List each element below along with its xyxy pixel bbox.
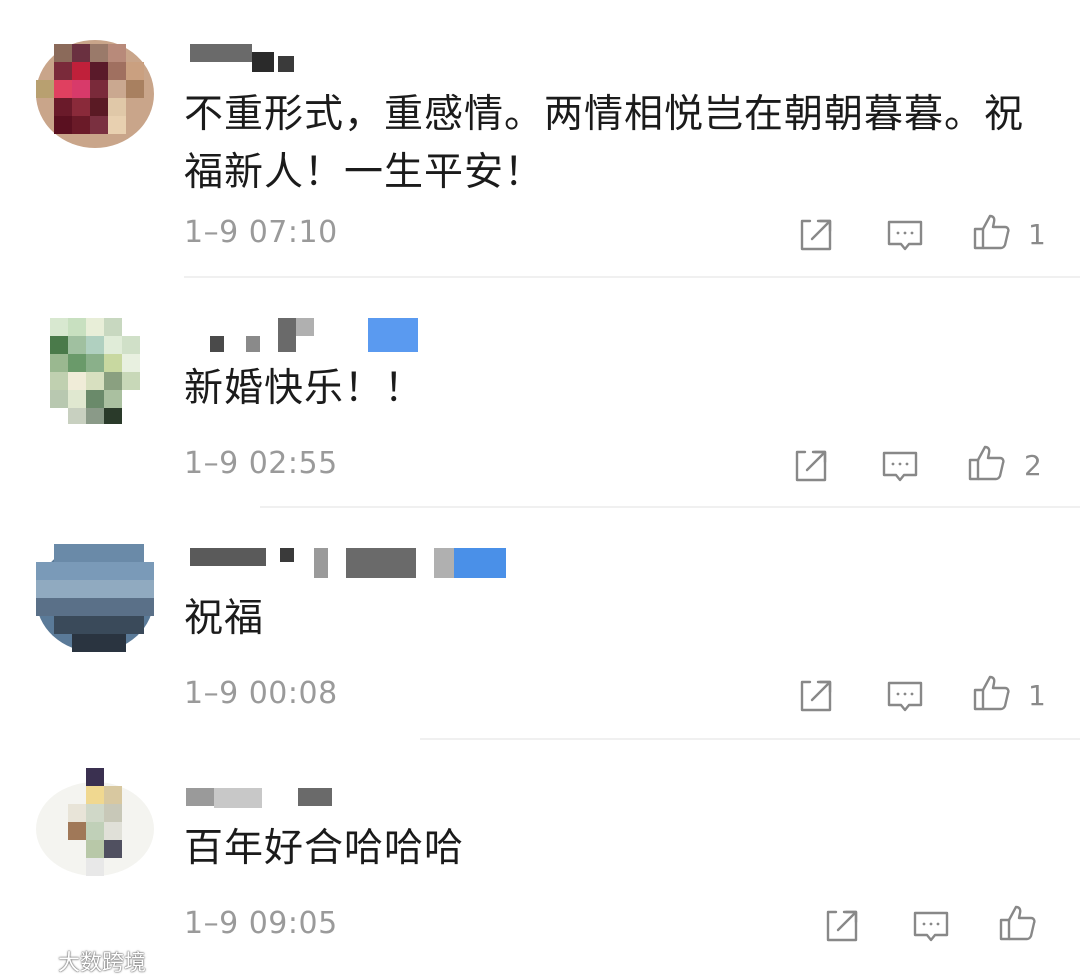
comment-time: 1–9 02:55 bbox=[184, 446, 338, 481]
thumbs-up-icon[interactable] bbox=[972, 673, 1012, 713]
username-redacted[interactable] bbox=[184, 774, 544, 814]
comment-text: 新婚快乐！！ bbox=[184, 366, 425, 411]
thumbs-up-icon[interactable] bbox=[972, 212, 1012, 252]
comment-time: 1–9 07:10 bbox=[184, 215, 338, 250]
comment-text: 不重形式，重感情。两情相悦岂在朝朝暮暮。祝 福新人！一生平安！ bbox=[184, 92, 1025, 195]
logo-icon bbox=[6, 944, 52, 978]
avatar[interactable] bbox=[36, 544, 154, 652]
share-icon[interactable] bbox=[822, 906, 862, 946]
like-count: 2 bbox=[1024, 449, 1042, 482]
share-icon[interactable] bbox=[796, 215, 836, 255]
like-count: 1 bbox=[1028, 679, 1046, 712]
avatar[interactable] bbox=[36, 318, 154, 426]
comment-item: 新婚快乐！！ 1–9 02:55 2 bbox=[0, 278, 1080, 508]
comment-item: 百年好合哈哈哈 1–9 09:05 bbox=[0, 738, 1080, 980]
comment-icon[interactable] bbox=[885, 215, 925, 255]
share-icon[interactable] bbox=[791, 446, 831, 486]
comment-time: 1–9 09:05 bbox=[184, 906, 338, 941]
avatar[interactable] bbox=[36, 40, 154, 148]
like-count: 1 bbox=[1028, 218, 1046, 251]
comment-icon[interactable] bbox=[885, 676, 925, 716]
comment-text: 百年好合哈哈哈 bbox=[184, 826, 465, 871]
watermark-text: 大数跨境 bbox=[58, 951, 147, 976]
comment-text: 祝福 bbox=[184, 596, 265, 641]
username-redacted[interactable] bbox=[184, 544, 544, 584]
username-redacted[interactable] bbox=[184, 316, 544, 356]
thumbs-up-icon[interactable] bbox=[967, 443, 1007, 483]
comment-icon[interactable] bbox=[880, 446, 920, 486]
comment-item: 不重形式，重感情。两情相悦岂在朝朝暮暮。祝 福新人！一生平安！ 1–9 07:1… bbox=[0, 0, 1080, 278]
thumbs-up-icon[interactable] bbox=[998, 903, 1038, 943]
watermark: 大数跨境 bbox=[6, 944, 146, 978]
avatar[interactable] bbox=[36, 768, 154, 876]
username-redacted[interactable] bbox=[184, 38, 544, 78]
share-icon[interactable] bbox=[796, 676, 836, 716]
comment-time: 1–9 00:08 bbox=[184, 676, 338, 711]
comment-item: 祝福 1–9 00:08 1 bbox=[0, 508, 1080, 740]
comment-icon[interactable] bbox=[911, 906, 951, 946]
